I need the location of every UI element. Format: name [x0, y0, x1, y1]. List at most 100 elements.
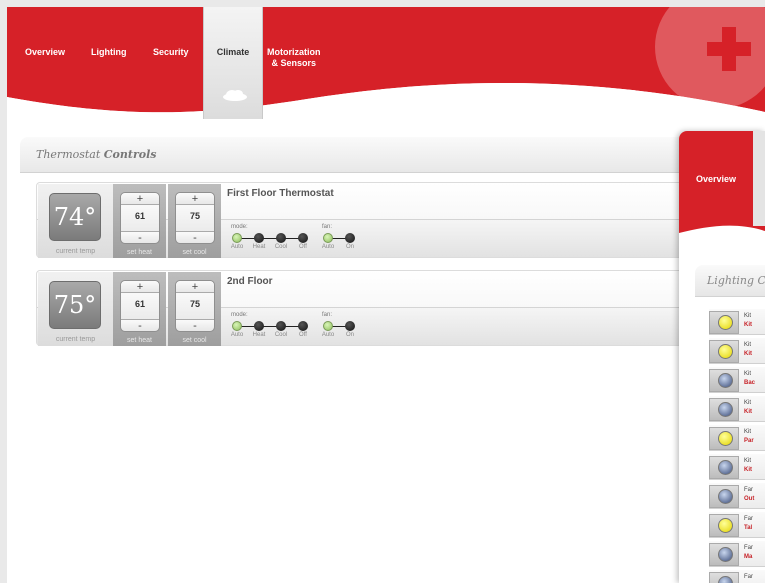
set-heat-increase-button[interactable]: + [121, 281, 159, 293]
light-room-label: Kit [744, 400, 752, 406]
climate-window: Overview Lighting Security Climate Motor… [7, 7, 765, 583]
light-bulb-icon [718, 315, 733, 330]
light-name-label: Par [744, 438, 754, 444]
mode-cool-label: Cool [274, 332, 288, 338]
mode-off-option[interactable] [298, 321, 308, 331]
fan-switch: Auto On [322, 233, 355, 250]
light-room-label: Kit [744, 342, 752, 348]
current-temp-value: 74° [49, 193, 101, 241]
nav-climate-label: Climate [216, 47, 250, 57]
thermostat-name: First Floor Thermostat [227, 188, 334, 199]
set-cool-value: 75 [189, 211, 200, 221]
set-heat-increase-button[interactable]: + [121, 193, 159, 205]
current-temp-label: current temp [55, 248, 96, 255]
set-cool-increase-button[interactable]: + [176, 281, 214, 293]
light-row[interactable]: Kit Bac [709, 367, 765, 393]
light-toggle-button[interactable] [709, 543, 739, 566]
light-row[interactable]: Kit Kit [709, 338, 765, 364]
set-heat-label: set heat [127, 249, 152, 256]
light-toggle-button[interactable] [709, 369, 739, 392]
fan-auto-option[interactable] [323, 321, 333, 331]
light-row[interactable]: Kit Kit [709, 454, 765, 480]
fan-label: fan: [322, 224, 333, 230]
mode-cool-option[interactable] [276, 233, 286, 243]
light-row[interactable]: Far Tal [709, 512, 765, 538]
set-heat-decrease-button[interactable]: - [121, 231, 159, 244]
light-name-label: Kit [744, 467, 752, 473]
set-cool-decrease-button[interactable]: - [176, 231, 214, 244]
fan-auto-label: Auto [321, 244, 335, 250]
lighting-header-background [679, 131, 765, 233]
light-toggle-button[interactable] [709, 340, 739, 363]
current-temp-value: 75° [49, 281, 101, 329]
light-room-label: Kit [744, 429, 752, 435]
nav-security[interactable]: Security [153, 47, 189, 58]
set-cool-stepper: + 75 - [175, 192, 215, 244]
set-cool-decrease-button[interactable]: - [176, 319, 214, 332]
mode-off-label: Off [299, 332, 307, 338]
light-row[interactable]: Far Ma [709, 541, 765, 567]
fan-on-label: On [345, 244, 354, 250]
mode-heat-label: Heat [252, 332, 266, 338]
set-heat-decrease-button[interactable]: - [121, 319, 159, 332]
light-toggle-button[interactable] [709, 311, 739, 334]
nav-climate[interactable]: Climate [203, 7, 263, 119]
nav-lighting[interactable]: Lighting [91, 47, 127, 58]
mode-heat-option[interactable] [254, 321, 264, 331]
panel-title-italic: Thermostat [36, 148, 101, 161]
set-heat-stepper: + 61 - [120, 280, 160, 332]
light-room-label: Far [744, 516, 753, 522]
light-toggle-button[interactable] [709, 398, 739, 421]
mode-auto-option[interactable] [232, 233, 242, 243]
light-row[interactable]: Kit Kit [709, 309, 765, 335]
light-room-label: Kit [744, 313, 752, 319]
light-toggle-button[interactable] [709, 514, 739, 537]
light-bulb-icon [718, 460, 733, 475]
thermostat-panel: Thermostat Controls 74° current temp + 6… [20, 137, 765, 517]
panel-title: Thermostat Controls [36, 148, 156, 161]
light-room-label: Kit [744, 458, 752, 464]
light-row[interactable]: Kit Kit [709, 396, 765, 422]
light-toggle-button[interactable] [709, 572, 739, 583]
light-toggle-button[interactable] [709, 485, 739, 508]
set-cool-stepper: + 75 - [175, 280, 215, 332]
light-room-label: Far [744, 574, 753, 580]
mode-heat-option[interactable] [254, 233, 264, 243]
fan-on-option[interactable] [345, 233, 355, 243]
light-toggle-button[interactable] [709, 427, 739, 450]
light-row[interactable]: FarFar [709, 570, 765, 583]
fan-switch: Auto On [322, 321, 355, 338]
light-name-label: Bac [744, 380, 756, 386]
mode-track [237, 238, 303, 239]
fan-on-option[interactable] [345, 321, 355, 331]
mode-auto-option[interactable] [232, 321, 242, 331]
set-cool-label: set cool [182, 337, 207, 344]
fan-on-label: On [345, 332, 354, 338]
light-name-label: Kit [744, 351, 752, 357]
lighting-nav-overview[interactable]: Overview [696, 174, 736, 184]
light-toggle-button[interactable] [709, 456, 739, 479]
lighting-window: Overview Lighting C Kit Kit Kit Kit Kit Bac Ki… [679, 131, 765, 583]
light-room-label: Far [744, 545, 753, 551]
panel-title-bold: Controls [103, 148, 157, 161]
nav-overview[interactable]: Overview [25, 47, 65, 58]
light-bulb-icon [718, 431, 733, 446]
light-name-label: Kit [744, 409, 752, 415]
lighting-panel-header: Lighting C [695, 265, 765, 297]
set-cool-label: set cool [182, 249, 207, 256]
mode-cool-option[interactable] [276, 321, 286, 331]
light-row[interactable]: Kit Par [709, 425, 765, 451]
light-bulb-icon [718, 344, 733, 359]
mode-off-option[interactable] [298, 233, 308, 243]
set-cool-increase-button[interactable]: + [176, 193, 214, 205]
nav-motorization-sensors[interactable]: Motorization & Sensors [267, 47, 321, 69]
light-name-label: Kit [744, 322, 752, 328]
light-row[interactable]: Far Out [709, 483, 765, 509]
fan-auto-option[interactable] [323, 233, 333, 243]
mode-auto-label: Auto [230, 244, 244, 250]
main-nav: Overview Lighting Security Climate Motor… [7, 7, 765, 119]
mode-track [237, 326, 303, 327]
cloud-icon [223, 90, 247, 101]
set-cool-box: + 75 - set cool [168, 272, 221, 346]
lighting-panel-title: Lighting C [707, 274, 765, 287]
